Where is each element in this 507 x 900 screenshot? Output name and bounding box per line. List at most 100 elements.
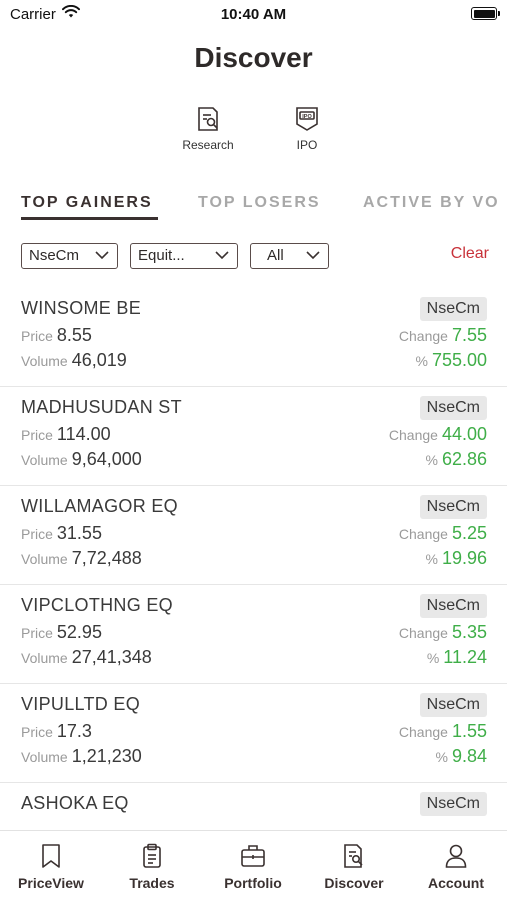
change-label: Change [398,625,448,641]
exchange-dropdown[interactable]: NseCm [21,243,118,269]
status-bar: Carrier 10:40 AM [0,0,507,30]
stock-row[interactable]: VIPULLTD EQ NseCm Price 17.3 Volume 1,21,2… [0,684,507,783]
battery-icon [471,7,500,20]
clear-filters-button[interactable]: Clear [451,245,489,263]
percent-value: 755.00 [431,350,487,370]
research-label: Research [182,138,234,152]
change-value: 44.00 [441,424,487,444]
percent-label: % [415,353,428,369]
person-icon [406,843,506,869]
exchange-badge: NseCm [419,792,487,816]
percent-label: % [435,749,448,765]
chevron-down-icon [214,247,230,267]
change-label: Change [398,724,448,740]
nav-label: Trades [129,875,175,891]
price-value: 114.00 [56,424,111,444]
volume-label: Volume [21,650,68,666]
filter-bar: NseCm Equit... All Clear [0,243,507,271]
volume-value: 9,64,000 [71,449,142,469]
series-dropdown[interactable]: All [250,243,329,269]
percent-value: 62.86 [441,449,487,469]
active-tab-indicator [21,217,158,220]
tab-top-gainers[interactable]: TOP GAINERS [21,194,153,212]
research-icon [168,106,248,132]
nav-label: Portfolio [224,875,282,891]
percent-value: 19.96 [441,548,487,568]
stock-row[interactable]: WILLAMAGOR EQ NseCm Price 31.55 Volume 7,7… [0,486,507,585]
price-label: Price [21,526,53,542]
ipo-icon: IPO [267,106,347,132]
nav-portfolio[interactable]: Portfolio [203,843,303,891]
stock-name: VIPCLOTHNG EQ [21,595,173,615]
price-label: Price [21,625,53,641]
percent-value: 11.24 [443,647,487,667]
change-label: Change [388,427,438,443]
change-label: Change [398,328,448,344]
stock-row[interactable]: ASHOKA EQ NseCm [0,783,507,830]
exchange-value: NseCm [29,247,80,264]
tab-bar: TOP GAINERS TOP LOSERS ACTIVE BY VO [0,194,507,224]
chevron-down-icon [94,247,110,267]
stock-name: VIPULLTD EQ [21,694,140,714]
nav-label: Discover [324,875,384,891]
ipo-label: IPO [296,138,318,152]
series-value: All [267,247,284,264]
exchange-badge: NseCm [419,396,487,420]
percent-label: % [425,551,438,567]
price-value: 17.3 [56,721,92,741]
discover-icon [304,843,404,869]
bottom-nav: PriceView Trades Portfolio Discover Acco… [0,830,507,900]
percent-label: % [426,650,440,666]
price-value: 31.55 [56,523,102,543]
volume-value: 46,019 [71,350,127,370]
nav-discover[interactable]: Discover [304,843,404,891]
price-label: Price [21,427,53,443]
change-value: 1.55 [451,721,487,741]
change-label: Change [398,526,448,542]
price-label: Price [21,328,53,344]
volume-label: Volume [21,551,68,567]
price-value: 8.55 [56,325,92,345]
svg-text:IPO: IPO [302,114,312,120]
stock-name: WINSOME BE [21,298,142,318]
stock-row[interactable]: WINSOME BE NseCm Price 8.55 Volume 46,019 … [0,288,507,387]
stock-name: MADHUSUDAN ST [21,397,182,417]
exchange-badge: NseCm [419,594,487,618]
nav-label: PriceView [18,875,84,891]
volume-value: 1,21,230 [71,746,142,766]
tab-top-losers[interactable]: TOP LOSERS [198,194,321,212]
segment-dropdown[interactable]: Equit... [130,243,238,269]
change-value: 7.55 [451,325,487,345]
page-title: Discover [194,42,313,73]
volume-label: Volume [21,452,68,468]
price-value: 52.95 [56,622,102,642]
volume-value: 27,41,348 [71,647,152,667]
percent-value: 9.84 [451,746,487,766]
clipboard-icon [102,843,202,869]
status-time: 10:40 AM [220,6,287,23]
nav-trades[interactable]: Trades [102,843,202,891]
briefcase-icon [203,843,303,869]
nav-account[interactable]: Account [406,843,506,891]
percent-label: % [425,452,438,468]
volume-value: 7,72,488 [71,548,142,568]
nav-label: Account [428,875,484,891]
change-value: 5.25 [451,523,487,543]
exchange-badge: NseCm [419,495,487,519]
research-button[interactable]: Research [168,106,248,152]
stock-row[interactable]: MADHUSUDAN ST NseCm Price 114.00 Volume 9,… [0,387,507,486]
exchange-badge: NseCm [419,297,487,321]
volume-label: Volume [21,353,68,369]
volume-label: Volume [21,749,68,765]
nav-priceview[interactable]: PriceView [1,843,101,891]
stock-list: WINSOME BE NseCm Price 8.55 Volume 46,019 … [0,288,507,830]
stock-name: ASHOKA EQ [21,793,129,813]
segment-value: Equit... [138,247,185,264]
tab-active-by-volume[interactable]: ACTIVE BY VO [363,194,500,212]
exchange-badge: NseCm [419,693,487,717]
bookmark-icon [1,843,101,869]
chevron-down-icon [305,247,321,267]
ipo-button[interactable]: IPO IPO [267,106,347,152]
price-label: Price [21,724,53,740]
stock-row[interactable]: VIPCLOTHNG EQ NseCm Price 52.95 Volume 27,… [0,585,507,684]
